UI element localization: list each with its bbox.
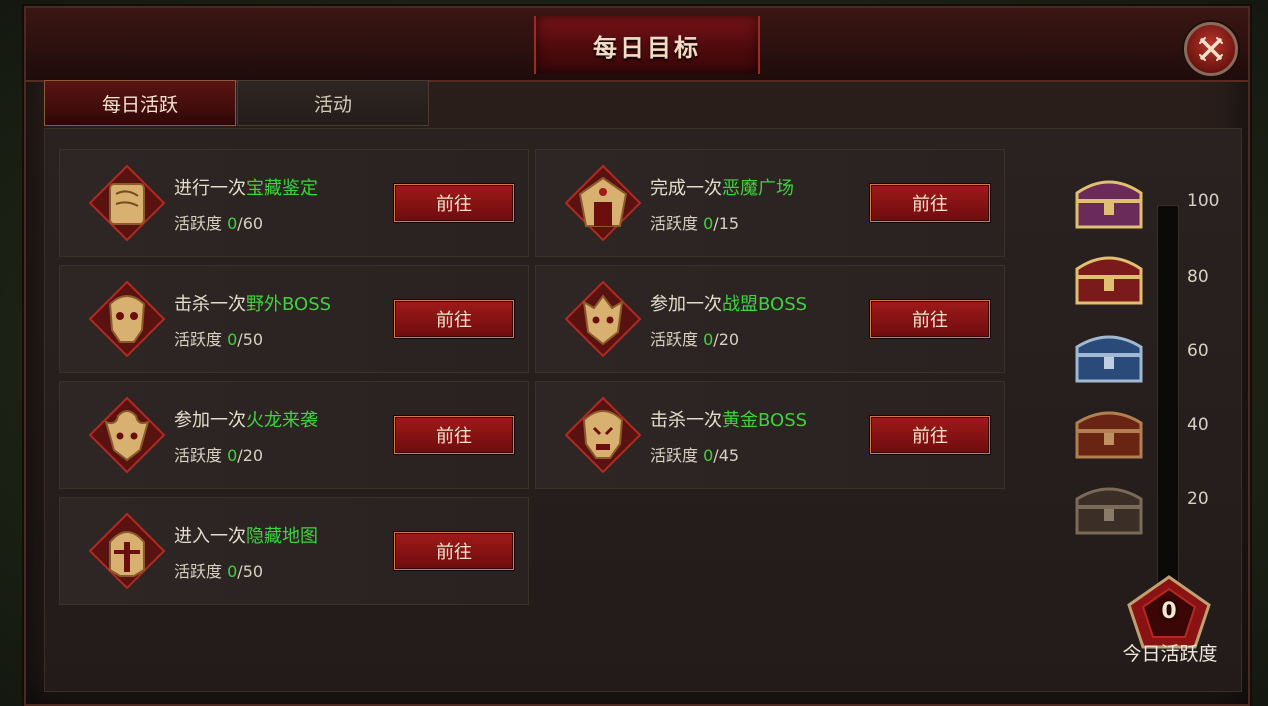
red-gold-chest-icon[interactable] xyxy=(1071,245,1147,309)
tab-events[interactable]: 活动 xyxy=(237,80,429,126)
task-name: 击杀一次黄金BOSS xyxy=(650,410,808,431)
task-card: 参加一次火龙来袭 活跃度 0/20 前往 xyxy=(59,381,529,489)
title-plate: 每日目标 xyxy=(534,16,760,74)
task-card: 进入一次隐藏地图 活跃度 0/50 前往 xyxy=(59,497,529,605)
task-name: 击杀一次野外BOSS xyxy=(174,294,332,315)
task-panel: 进行一次宝藏鉴定 活跃度 0/60 前往 完成一次恶魔广场 活跃度 0/15 前… xyxy=(44,128,1242,692)
tick-label: 20 xyxy=(1187,489,1209,509)
task-card: 参加一次战盟BOSS 活跃度 0/20 前往 xyxy=(535,265,1005,373)
purple-gold-chest-icon[interactable] xyxy=(1071,169,1147,233)
today-activity-label: 今日活跃度 xyxy=(1122,643,1218,665)
fire-dragon-icon xyxy=(88,396,166,474)
golden-boss-icon xyxy=(564,396,642,474)
tab-bar: 每日活跃 活动 xyxy=(44,80,430,126)
tick-label: 40 xyxy=(1187,415,1209,435)
go-button[interactable]: 前往 xyxy=(394,300,514,338)
task-progress: 活跃度 0/15 xyxy=(650,214,740,233)
dark-chest-icon[interactable] xyxy=(1071,475,1147,539)
hidden-map-helmet-icon xyxy=(88,512,166,590)
task-card: 击杀一次黄金BOSS 活跃度 0/45 前往 xyxy=(535,381,1005,489)
task-name: 完成一次恶魔广场 xyxy=(650,178,794,199)
task-progress: 活跃度 0/45 xyxy=(650,446,740,465)
go-button[interactable]: 前往 xyxy=(394,184,514,222)
task-name: 参加一次战盟BOSS xyxy=(650,294,808,315)
guild-boss-icon xyxy=(564,280,642,358)
go-button[interactable]: 前往 xyxy=(394,416,514,454)
tick-label: 100 xyxy=(1187,191,1220,211)
task-card: 完成一次恶魔广场 活跃度 0/15 前往 xyxy=(535,149,1005,257)
activity-progress-bar xyxy=(1157,205,1179,627)
task-progress: 活跃度 0/50 xyxy=(174,330,264,349)
tab-label: 活动 xyxy=(313,93,352,116)
window-title: 每日目标 xyxy=(593,32,701,62)
red-chest-icon[interactable] xyxy=(1071,399,1147,463)
task-name: 进行一次宝藏鉴定 xyxy=(174,178,318,199)
tick-label: 80 xyxy=(1187,267,1209,287)
tick-label: 60 xyxy=(1187,341,1209,361)
task-name: 进入一次隐藏地图 xyxy=(174,526,318,547)
tab-daily-active[interactable]: 每日活跃 xyxy=(44,80,236,126)
go-button[interactable]: 前往 xyxy=(870,300,990,338)
task-name: 参加一次火龙来袭 xyxy=(174,410,318,431)
go-button[interactable]: 前往 xyxy=(870,184,990,222)
task-card: 击杀一次野外BOSS 活跃度 0/50 前往 xyxy=(59,265,529,373)
task-card: 进行一次宝藏鉴定 活跃度 0/60 前往 xyxy=(59,149,529,257)
today-activity-value: 0 xyxy=(1161,599,1177,624)
window-header: 每日目标 xyxy=(26,8,1248,82)
task-progress: 活跃度 0/60 xyxy=(174,214,264,233)
task-progress: 活跃度 0/20 xyxy=(174,446,264,465)
daily-goals-window: 每日目标 每日活跃 活动 进行一次宝藏鉴定 活跃度 0/60 前往 完成一次恶魔… xyxy=(24,6,1250,706)
close-button[interactable] xyxy=(1184,22,1238,76)
task-progress: 活跃度 0/20 xyxy=(650,330,740,349)
scroll-icon xyxy=(88,164,166,242)
blue-chest-icon[interactable] xyxy=(1071,323,1147,387)
demon-gate-icon xyxy=(564,164,642,242)
boss-skull-icon xyxy=(88,280,166,358)
close-icon xyxy=(1199,37,1223,61)
go-button[interactable]: 前往 xyxy=(870,416,990,454)
tab-label: 每日活跃 xyxy=(101,93,178,116)
go-button[interactable]: 前往 xyxy=(394,532,514,570)
task-progress: 活跃度 0/50 xyxy=(174,562,264,581)
